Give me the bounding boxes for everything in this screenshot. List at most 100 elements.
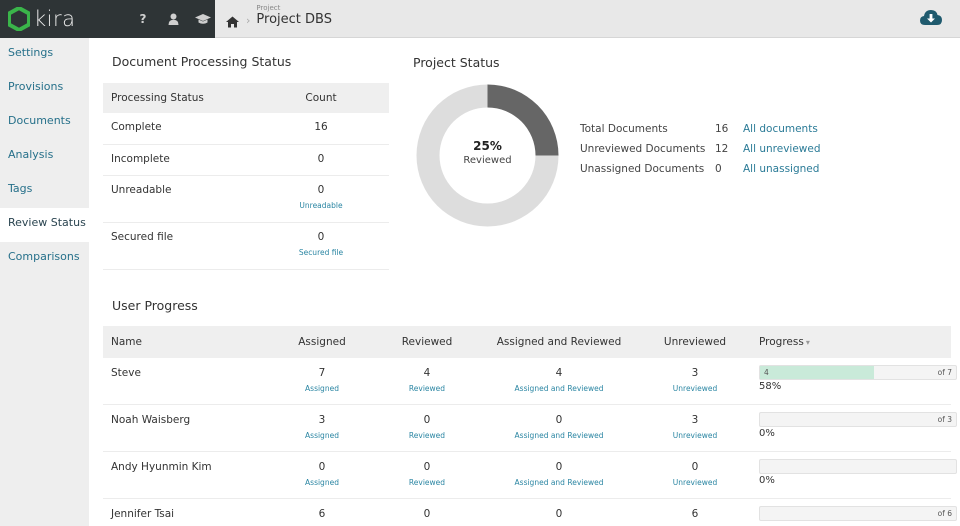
assigned-reviewed-count: 0 — [555, 414, 563, 426]
user-progress-table: Name Assigned Reviewed Assigned and Revi… — [103, 326, 957, 526]
reviewed-label: Reviewed — [463, 155, 512, 166]
assigned-reviewed-count: 0 — [555, 508, 563, 520]
sidebar-item-tags[interactable]: Tags — [0, 174, 89, 208]
all-unreviewed-link[interactable]: All unreviewed — [743, 143, 821, 155]
user-icon[interactable] — [165, 10, 181, 28]
table-row: Unreadable 0 Unreadable — [103, 176, 389, 223]
project-stats: Total Documents 16 All documents Unrevie… — [580, 119, 821, 179]
stat-value: 12 — [715, 143, 729, 155]
reviewed-percent: 25% — [473, 139, 502, 153]
unreviewed-link[interactable]: Unreviewed — [645, 478, 745, 487]
assigned-link[interactable]: Assigned — [263, 384, 381, 393]
header-assigned-reviewed[interactable]: Assigned and Reviewed — [473, 336, 645, 348]
doc-processing-header: Processing Status Count — [103, 83, 389, 113]
top-bar: kira ? › Project Project DBS — [0, 0, 960, 38]
cloud-download-icon[interactable] — [920, 9, 942, 31]
header-progress-label: Progress — [759, 336, 804, 348]
assigned-count: 6 — [318, 508, 326, 520]
table-row: Steve 7 Assigned 4 Reviewed 4 Assigned and … — [103, 358, 957, 405]
assigned-reviewed-count: 4 — [555, 367, 563, 379]
assigned-reviewed-count: 0 — [555, 461, 563, 473]
header-assigned[interactable]: Assigned — [263, 336, 381, 348]
all-unassigned-link[interactable]: All unassigned — [743, 163, 819, 175]
user-progress-header: Name Assigned Reviewed Assigned and Revi… — [103, 326, 951, 358]
reviewed-link[interactable]: Reviewed — [381, 478, 473, 487]
status-count: 0 — [317, 231, 325, 243]
progress-bar — [759, 459, 957, 474]
progress-percent: 58% — [759, 381, 782, 392]
status-name: Complete — [111, 121, 162, 133]
assigned-reviewed-link[interactable]: Assigned and Reviewed — [473, 431, 645, 440]
stat-value: 0 — [715, 163, 722, 175]
stat-label: Total Documents — [580, 123, 668, 135]
table-row: Andy Hyunmin Kim 0 Assigned 0 Reviewed 0 As… — [103, 452, 957, 499]
stat-label: Unreviewed Documents — [580, 143, 706, 155]
user-name: Steve — [111, 367, 141, 379]
table-row: Secured file 0 Secured file — [103, 223, 389, 270]
home-icon[interactable] — [226, 13, 240, 28]
unreadable-link[interactable]: Unreadable — [253, 201, 389, 210]
sidebar-item-documents[interactable]: Documents — [0, 106, 89, 140]
project-status-title: Project Status — [413, 55, 500, 70]
unreviewed-link[interactable]: Unreviewed — [645, 431, 745, 440]
assigned-count: 7 — [318, 367, 326, 379]
all-documents-link[interactable]: All documents — [743, 123, 818, 135]
status-count: 16 — [314, 121, 328, 133]
status-name: Unreadable — [111, 184, 172, 196]
sidebar-item-provisions[interactable]: Provisions — [0, 72, 89, 106]
assigned-reviewed-link[interactable]: Assigned and Reviewed — [473, 384, 645, 393]
stat-row: Total Documents 16 All documents — [580, 119, 821, 139]
stat-row: Unreviewed Documents 12 All unreviewed — [580, 139, 821, 159]
progress-total: of 7 — [937, 368, 952, 377]
user-progress-title: User Progress — [112, 298, 198, 313]
user-name: Noah Waisberg — [111, 414, 191, 426]
sidebar-item-analysis[interactable]: Analysis — [0, 140, 89, 174]
assigned-count: 0 — [318, 461, 326, 473]
sidebar-item-settings[interactable]: Settings — [0, 38, 89, 72]
unreviewed-link[interactable]: Unreviewed — [645, 384, 745, 393]
unreviewed-count: 6 — [691, 508, 699, 520]
table-row: Incomplete 0 — [103, 145, 389, 176]
secured-file-link[interactable]: Secured file — [253, 248, 389, 257]
header-unreviewed[interactable]: Unreviewed — [645, 336, 745, 348]
graduation-cap-icon[interactable] — [195, 10, 211, 28]
progress-total: of 6 — [937, 509, 952, 518]
user-name: Andy Hyunmin Kim — [111, 461, 212, 473]
progress-percent: 0% — [759, 475, 775, 486]
doc-processing-title: Document Processing Status — [112, 54, 292, 69]
reviewed-count: 0 — [423, 461, 431, 473]
status-count: 0 — [317, 184, 325, 196]
progress-bar: 4 of 7 — [759, 365, 957, 380]
sort-caret-icon[interactable]: ▾ — [806, 338, 810, 347]
table-row: Noah Waisberg 3 Assigned 0 Reviewed 0 Assig… — [103, 405, 957, 452]
header-reviewed[interactable]: Reviewed — [381, 336, 473, 348]
progress-percent: 0% — [759, 428, 775, 439]
header-processing-status: Processing Status — [111, 92, 204, 104]
status-name: Incomplete — [111, 153, 170, 165]
assigned-link[interactable]: Assigned — [263, 431, 381, 440]
logo[interactable]: kira — [8, 7, 76, 31]
progress-total: of 3 — [937, 415, 952, 424]
help-icon[interactable]: ? — [135, 10, 151, 28]
header-progress[interactable]: Progress ▾ — [745, 336, 951, 348]
breadcrumb-separator: › — [246, 13, 251, 27]
reviewed-link[interactable]: Reviewed — [381, 431, 473, 440]
status-name: Secured file — [111, 231, 174, 243]
reviewed-count: 0 — [423, 508, 431, 520]
progress-bar: of 3 — [759, 412, 957, 427]
header-count: Count — [305, 92, 337, 104]
progress-done: 4 — [764, 368, 769, 377]
sidebar-item-comparisons[interactable]: Comparisons — [0, 242, 89, 276]
assigned-reviewed-link[interactable]: Assigned and Reviewed — [473, 478, 645, 487]
table-row: Jennifer Tsai 6Assigned 0Reviewed 0Assig… — [103, 499, 957, 526]
unreviewed-count: 3 — [691, 367, 699, 379]
assigned-link[interactable]: Assigned — [263, 478, 381, 487]
breadcrumb-parent[interactable]: Project — [256, 4, 332, 12]
reviewed-link[interactable]: Reviewed — [381, 384, 473, 393]
review-donut-chart: 25% Reviewed — [415, 83, 560, 228]
header-name[interactable]: Name — [103, 336, 263, 348]
sidebar-item-review-status[interactable]: Review Status — [0, 208, 89, 242]
brand-area: kira ? — [0, 0, 215, 38]
breadcrumb-title: Project DBS — [256, 12, 332, 27]
progress-bar: of 6 — [759, 506, 957, 521]
